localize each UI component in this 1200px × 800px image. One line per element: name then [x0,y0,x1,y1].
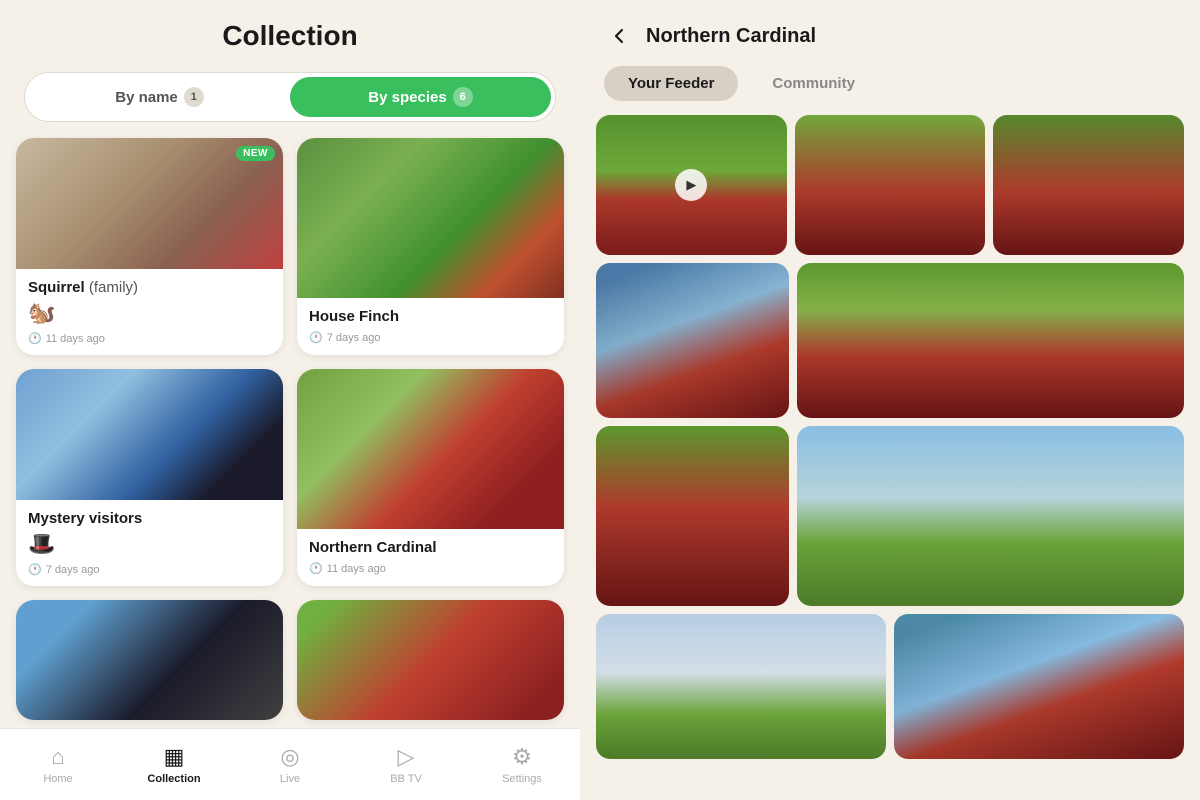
by-name-label: By name [115,89,178,106]
nav-bbtv[interactable]: ▷ BB TV [348,744,464,785]
card-cardinal-time: 🕐 11 days ago [309,562,552,575]
card-mystery-title: Mystery visitors [28,510,271,527]
collection-header: Collection [0,0,580,62]
detail-title: Northern Cardinal [646,25,816,48]
nav-bbtv-label: BB TV [390,773,422,785]
photo-row-2 [596,263,1184,418]
card-squirrel-emoji: 🐿️ [28,300,271,326]
photo-row-4 [596,614,1184,759]
settings-icon: ⚙ [512,744,532,770]
card-bird1[interactable] [16,600,283,720]
card-cardinal-body: Northern Cardinal 🕐 11 days ago [297,529,564,585]
card-mystery-image [16,369,283,500]
card-cardinal[interactable]: Northern Cardinal 🕐 11 days ago [297,369,564,586]
by-species-count: 6 [453,87,473,107]
detail-tabs: Your Feeder Community [580,66,1200,101]
card-mystery-time: 🕐 7 days ago [28,563,271,576]
clock-icon-3: 🕐 [28,563,42,576]
photo-row-1: ▶ [596,115,1184,255]
tab-your-feeder[interactable]: Your Feeder [604,66,738,101]
nav-home[interactable]: ⌂ Home [0,744,116,785]
bottom-nav: ⌂ Home ▦ Collection ◎ Live ▷ BB TV ⚙ Set… [0,728,580,800]
photo-r1c1[interactable]: ▶ [596,115,787,255]
home-icon: ⌂ [51,744,64,770]
card-house-finch-body: House Finch 🕐 7 days ago [297,298,564,354]
by-species-label: By species [368,89,446,106]
bbtv-icon: ▷ [398,744,415,770]
card-cardinal-title: Northern Cardinal [309,539,552,556]
photo-r4c2[interactable] [894,614,1184,759]
nav-live-label: Live [280,773,300,785]
photo-row-3 [596,426,1184,606]
photo-r4c1[interactable] [596,614,886,759]
photo-r3c2[interactable] [797,426,1184,606]
card-squirrel-body: Squirrel (family) 🐿️ 🕐 11 days ago [16,269,283,355]
nav-settings-label: Settings [502,773,542,785]
card-mystery-body: Mystery visitors 🎩 🕐 7 days ago [16,500,283,586]
card-house-finch-image [297,138,564,298]
new-badge: NEW [236,146,275,161]
card-mystery[interactable]: Mystery visitors 🎩 🕐 7 days ago [16,369,283,586]
photo-r1c3[interactable] [993,115,1184,255]
nav-home-label: Home [43,773,72,785]
play-button[interactable]: ▶ [675,169,707,201]
tab-community[interactable]: Community [748,66,879,101]
card-bird2-image [297,600,564,720]
photo-grid: ▶ [580,115,1200,800]
card-house-finch-title: House Finch [309,308,552,325]
left-panel: Collection By name 1 By species 6 NEW Sq… [0,0,580,800]
photo-r1c2[interactable] [795,115,986,255]
nav-settings[interactable]: ⚙ Settings [464,744,580,785]
clock-icon-2: 🕐 [309,331,323,344]
card-bird1-image [16,600,283,720]
card-squirrel-title: Squirrel (family) [28,279,271,296]
back-button[interactable] [604,20,636,52]
sort-toggle: By name 1 By species 6 [24,72,556,122]
detail-header: Northern Cardinal [580,0,1200,66]
by-name-button[interactable]: By name 1 [29,77,290,117]
nav-collection[interactable]: ▦ Collection [116,744,232,785]
right-panel: Northern Cardinal Your Feeder Community … [580,0,1200,800]
card-squirrel-image: NEW [16,138,283,269]
clock-icon-4: 🕐 [309,562,323,575]
card-cardinal-image [297,369,564,529]
collection-icon: ▦ [164,744,185,770]
nav-live[interactable]: ◎ Live [232,744,348,785]
collection-title: Collection [24,20,556,52]
card-house-finch[interactable]: House Finch 🕐 7 days ago [297,138,564,355]
nav-collection-label: Collection [147,773,200,785]
by-species-button[interactable]: By species 6 [290,77,551,117]
card-mystery-emoji: 🎩 [28,531,271,557]
card-squirrel-time: 🕐 11 days ago [28,332,271,345]
cards-grid: NEW Squirrel (family) 🐿️ 🕐 11 days ago H… [0,132,580,800]
card-squirrel[interactable]: NEW Squirrel (family) 🐿️ 🕐 11 days ago [16,138,283,355]
photo-r2c1[interactable] [596,263,789,418]
clock-icon: 🕐 [28,332,42,345]
card-bird2[interactable] [297,600,564,720]
photo-r3c1[interactable] [596,426,789,606]
photo-r2c2[interactable] [797,263,1184,418]
by-name-count: 1 [184,87,204,107]
live-icon: ◎ [280,744,299,770]
card-house-finch-time: 🕐 7 days ago [309,331,552,344]
